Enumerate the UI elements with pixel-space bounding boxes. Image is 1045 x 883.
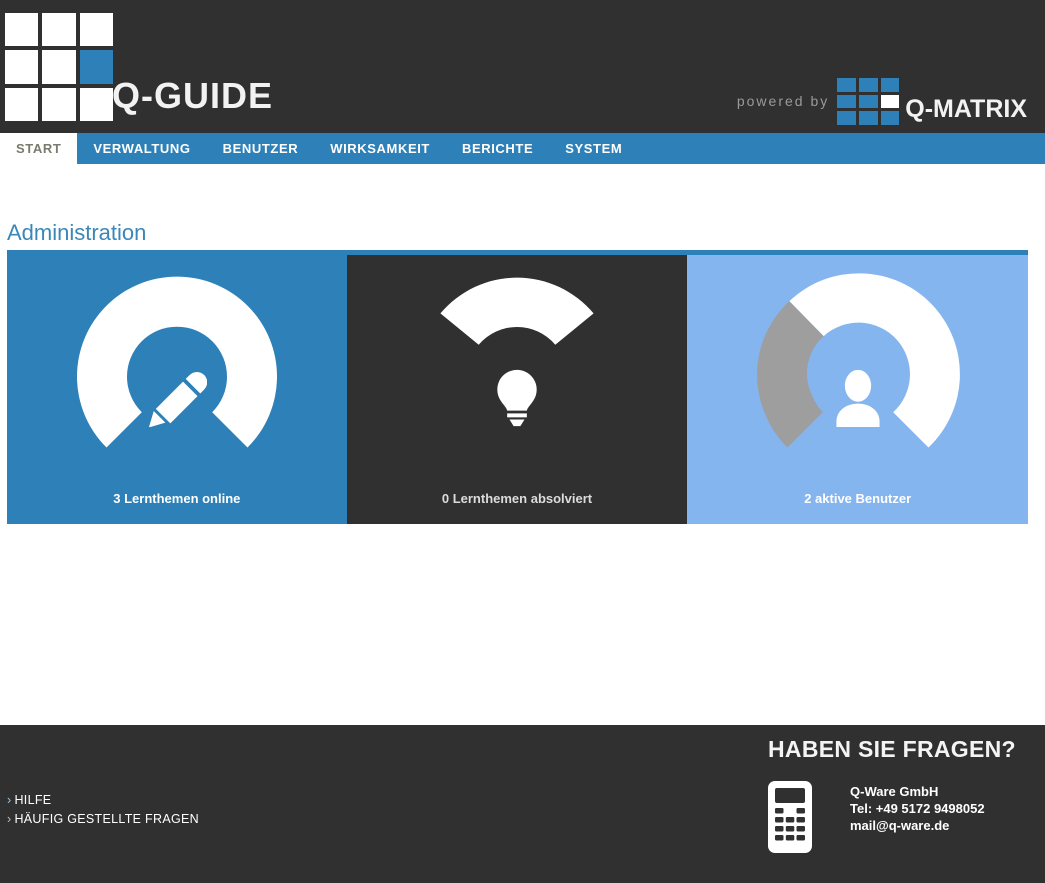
footer-contact: HABEN SIE FRAGEN? Q-Ware GmbH Tel: +49 5… — [768, 738, 1038, 853]
logo-cell — [5, 13, 39, 47]
nav-item-benutzer[interactable]: BENUTZER — [207, 133, 315, 164]
person-icon — [836, 369, 880, 427]
lightbulb-icon — [497, 369, 537, 427]
contact-phone: Tel: +49 5172 9498052 — [850, 801, 985, 816]
partner-logo-cell — [858, 78, 878, 92]
q-guide-grid-logo — [5, 13, 113, 121]
chevron-right-icon: › — [7, 793, 12, 807]
partner-logo-cell-accent — [880, 94, 900, 109]
contact-text: Q-Ware GmbH Tel: +49 5172 9498052 mail@q… — [850, 775, 985, 835]
footer-link-label: HILFE — [14, 793, 52, 807]
powered-by-label: powered by — [736, 92, 830, 109]
main-content: Administration 3 Lernthemen online 0 Ler… — [0, 164, 1045, 725]
footer-link-hilfe[interactable]: › HILFE — [7, 791, 199, 810]
logo-cell — [79, 87, 113, 121]
nav-item-wirksamkeit[interactable]: WIRKSAMKEIT — [314, 133, 446, 164]
tile-label-lernthemen-online: 3 Lernthemen online — [113, 491, 241, 506]
contact-company: Q-Ware GmbH — [850, 784, 939, 799]
partner-logo-cell — [880, 111, 900, 125]
logo-cell — [42, 13, 76, 47]
logo-cell-accent — [79, 50, 113, 84]
tile-lernthemen-absolviert[interactable]: 0 Lernthemen absolviert — [346, 255, 688, 524]
logo-cell — [5, 87, 39, 121]
tile-label-lernthemen-absolviert: 0 Lernthemen absolviert — [441, 491, 593, 506]
logo-cell — [42, 87, 76, 121]
tile-label-aktive-benutzer: 2 aktive Benutzer — [804, 491, 912, 506]
contact-email-link[interactable]: mail@q-ware.de — [850, 818, 949, 833]
footer-link-label: HÄUFIG GESTELLTE FRAGEN — [14, 812, 199, 826]
chevron-right-icon: › — [7, 812, 12, 826]
contact-row: Q-Ware GmbH Tel: +49 5172 9498052 mail@q… — [768, 775, 1038, 853]
powered-by-block: powered by Q-MATRIX — [737, 78, 1027, 125]
tile-aktive-benutzer[interactable]: 2 aktive Benutzer — [687, 255, 1029, 524]
footer-link-faq[interactable]: › HÄUFIG GESTELLTE FRAGEN — [7, 810, 199, 829]
partner-logo-cell — [858, 111, 878, 125]
partner-logo-cell — [837, 94, 856, 109]
dashboard-tiles: 3 Lernthemen online 0 Lernthemen absolvi… — [7, 255, 1029, 689]
app-header: Q-GUIDE powered by Q-MATRIX — [0, 0, 1045, 133]
partner-logo-cell — [858, 94, 878, 109]
app-page: Q-GUIDE powered by Q-MATRIX START VERWAL… — [0, 0, 1045, 883]
partner-logo-cell — [880, 78, 900, 92]
nav-item-berichte[interactable]: BERICHTE — [446, 133, 549, 164]
q-matrix-grid-logo — [837, 78, 900, 125]
tile-lernthemen-online[interactable]: 3 Lernthemen online — [7, 255, 347, 524]
nav-item-system[interactable]: SYSTEM — [549, 133, 638, 164]
page-title: Administration — [7, 220, 147, 245]
partner-logo-cell — [837, 78, 856, 92]
logo-cell — [79, 13, 113, 47]
logo-cell — [5, 50, 39, 84]
main-navigation: START VERWALTUNG BENUTZER WIRKSAMKEIT BE… — [0, 133, 1045, 164]
partner-logo-cell — [837, 111, 856, 125]
nav-item-verwaltung[interactable]: VERWALTUNG — [77, 133, 206, 164]
logo-cell — [42, 50, 76, 84]
footer-links: › HILFE › HÄUFIG GESTELLTE FRAGEN — [7, 791, 199, 829]
nav-item-start[interactable]: START — [0, 133, 78, 164]
contact-heading: HABEN SIE FRAGEN? — [768, 736, 1016, 762]
partner-title: Q-MATRIX — [905, 95, 1027, 123]
brand-title: Q-GUIDE — [112, 75, 274, 116]
pencil-icon — [148, 371, 207, 427]
app-footer: › HILFE › HÄUFIG GESTELLTE FRAGEN HABEN SI… — [0, 725, 1045, 883]
mobile-phone-icon — [768, 781, 812, 853]
